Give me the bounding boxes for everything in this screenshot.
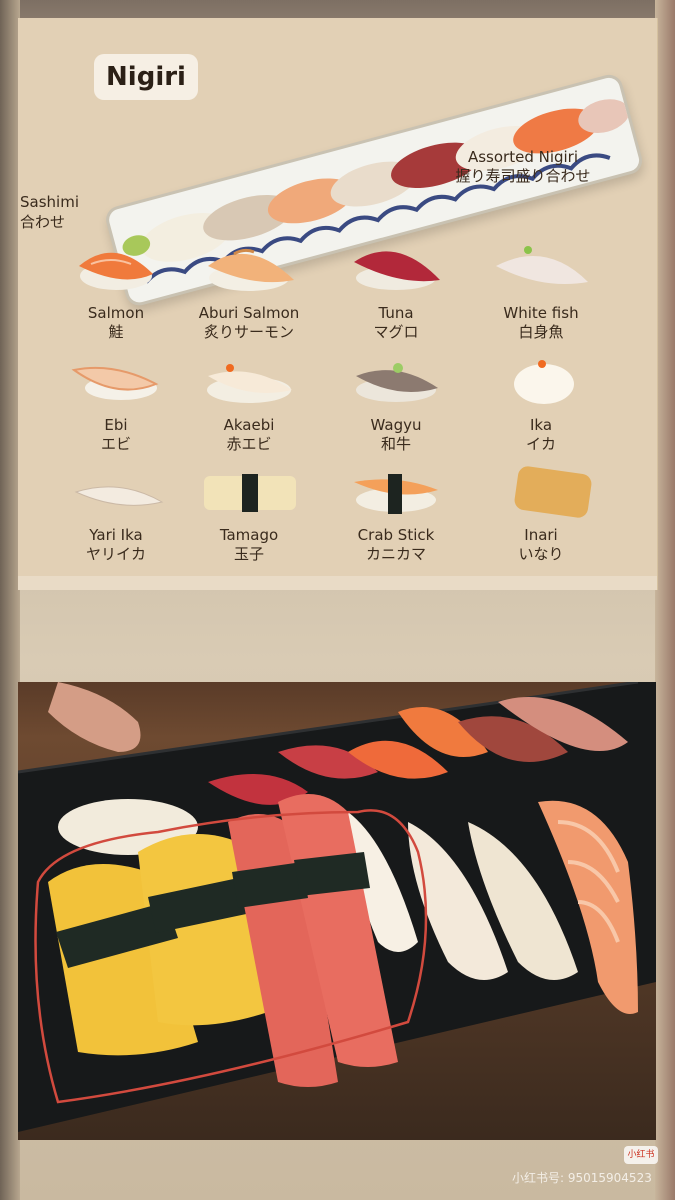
menu-item-yari-ika: Yari Ika ヤリイカ: [41, 470, 191, 564]
tuna-nigiri-icon: [354, 251, 440, 290]
ika-nigiri-icon: [514, 360, 574, 404]
item-name-en: Tamago: [219, 526, 279, 544]
menu-item-inari: Inari いなり: [466, 466, 616, 564]
item-name-jp: マグロ: [373, 323, 419, 341]
menu-title: Nigiri: [94, 54, 198, 100]
nigiri-menu-card: Nigiri Sashimi 合わせ Assorted Nigiri 握り寿司盛…: [18, 18, 658, 590]
platter-caption-en: Assorted Nigiri: [467, 148, 579, 166]
menu-item-tuna: Tuna マグロ: [321, 236, 471, 342]
menu-item-white-fish: White fish 白身魚: [466, 236, 616, 342]
menu-card-border: [18, 576, 657, 590]
item-name-en: Ika: [529, 416, 553, 434]
item-name-en: Aburi Salmon: [198, 304, 300, 322]
cropped-sashimi-en: Sashimi: [20, 193, 79, 211]
menu-item-salmon: Salmon 鮭: [41, 236, 191, 342]
item-name-jp: 玉子: [233, 545, 264, 563]
menu-item-akaebi: Akaebi 赤エビ: [174, 354, 324, 454]
aburi-salmon-nigiri-icon: [208, 248, 294, 291]
inari-icon: [514, 466, 592, 518]
item-name-jp: 赤エビ: [226, 435, 272, 453]
item-name-en: Ebi: [104, 416, 128, 434]
item-name-jp: いなり: [518, 545, 564, 563]
cropped-sashimi-jp: 合わせ: [20, 213, 66, 231]
item-name-jp: カニカマ: [365, 545, 426, 563]
item-name-en: Crab Stick: [357, 526, 435, 544]
tamago-nigiri-icon: [204, 474, 296, 512]
wagyu-nigiri-icon: [356, 363, 438, 402]
menu-item-wagyu: Wagyu 和牛: [321, 354, 471, 454]
item-name-jp: 和牛: [380, 435, 411, 453]
platter-caption: Assorted Nigiri 握り寿司盛り合わせ: [438, 148, 608, 186]
item-name-jp: ヤリイカ: [85, 545, 146, 563]
item-name-jp: 炙りサーモン: [203, 323, 294, 341]
menu-item-ika: Ika イカ: [466, 354, 616, 454]
xiaohongshu-badge: 小红书: [624, 1146, 658, 1164]
menu-item-tamago: Tamago 玉子: [174, 470, 324, 564]
crab-stick-nigiri-icon: [354, 474, 438, 514]
salmon-nigiri-icon: [79, 252, 153, 290]
akaebi-nigiri-icon: [207, 364, 292, 403]
item-name-jp: 白身魚: [518, 323, 564, 341]
cropped-sashimi-label: Sashimi 合わせ: [20, 192, 79, 232]
menu-item-aburi-salmon: Aburi Salmon 炙りサーモン: [174, 236, 324, 342]
background-blur-right: [655, 0, 675, 1200]
item-name-en: White fish: [503, 304, 579, 322]
item-name-en: Yari Ika: [89, 526, 143, 544]
watermark-id: 小红书号: 95015904523: [512, 1171, 652, 1185]
ebi-nigiri-icon: [71, 366, 159, 400]
background-blur-left: [0, 0, 20, 1200]
item-name-jp: 鮭: [108, 323, 124, 341]
yari-ika-nigiri-icon: [74, 486, 164, 506]
item-name-en: Salmon: [87, 304, 145, 322]
white-fish-nigiri-icon: [496, 246, 588, 284]
menu-item-crab-stick: Crab Stick カニカマ: [321, 470, 471, 564]
menu-item-ebi: Ebi エビ: [41, 354, 191, 454]
item-name-jp: イカ: [525, 435, 556, 453]
platter-caption-jp: 握り寿司盛り合わせ: [455, 167, 591, 185]
item-name-en: Akaebi: [223, 416, 275, 434]
item-name-en: Tuna: [378, 304, 414, 322]
item-name-jp: エビ: [100, 435, 131, 453]
sushi-platter-photo: [18, 682, 656, 1140]
item-name-en: Wagyu: [370, 416, 422, 434]
item-name-en: Inari: [524, 526, 558, 544]
